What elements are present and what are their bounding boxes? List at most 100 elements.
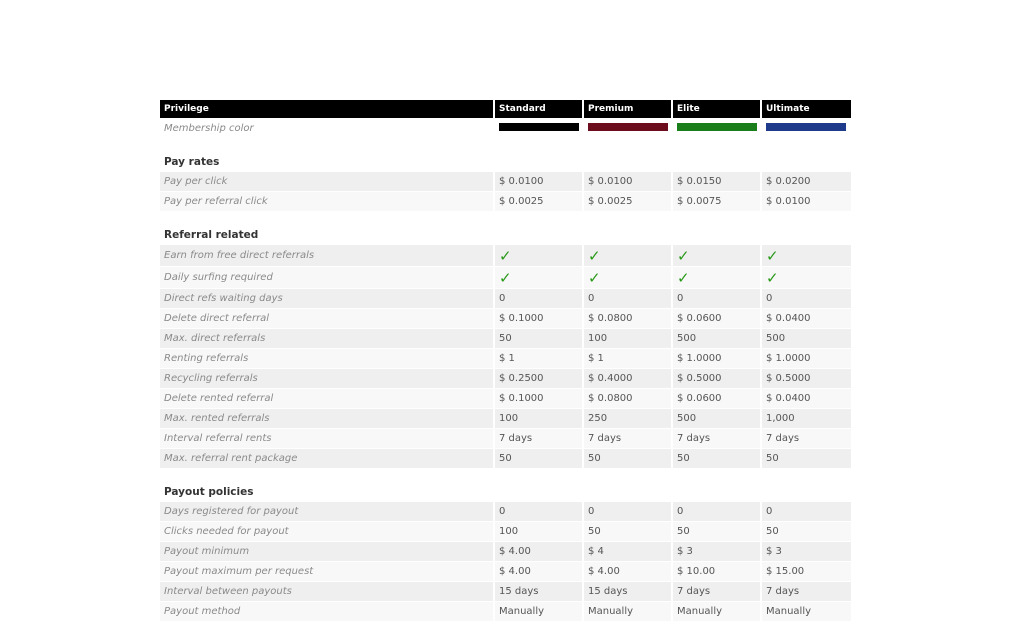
cell-standard: 0 <box>495 502 582 522</box>
check-icon: ✓ <box>762 267 851 289</box>
row-label: Direct refs waiting days <box>160 289 493 309</box>
cell-elite: $ 0.0075 <box>673 192 760 212</box>
cell-elite: 500 <box>673 329 760 349</box>
cell-standard: $ 1 <box>495 349 582 369</box>
row-label: Days registered for payout <box>160 502 493 522</box>
table-row: Delete direct referral $ 0.1000 $ 0.0800 $ … <box>160 309 851 329</box>
cell-ultimate: $ 0.5000 <box>762 369 851 389</box>
header-elite: Elite <box>673 100 760 118</box>
table-row: Max. rented referrals 100 250 500 1,000 <box>160 409 851 429</box>
cell-elite: 7 days <box>673 582 760 602</box>
cell-standard: 15 days <box>495 582 582 602</box>
row-label: Payout method <box>160 602 493 622</box>
cell-ultimate: $ 3 <box>762 542 851 562</box>
cell-elite: $ 0.0600 <box>673 389 760 409</box>
table-row: Interval referral rents 7 days 7 days 7 day… <box>160 429 851 449</box>
cell-standard: 100 <box>495 522 582 542</box>
cell-premium: $ 4 <box>584 542 671 562</box>
cell-premium: Manually <box>584 602 671 622</box>
cell-elite: 7 days <box>673 429 760 449</box>
referral-rows: Direct refs waiting days 0 0 0 0 Delete direc… <box>160 289 851 469</box>
row-label: Daily surfing required <box>160 267 493 289</box>
row-label: Clicks needed for payout <box>160 522 493 542</box>
cell-elite: 500 <box>673 409 760 429</box>
cell-ultimate: 50 <box>762 522 851 542</box>
row-label: Delete rented referral <box>160 389 493 409</box>
row-label: Recycling referrals <box>160 369 493 389</box>
section-pay-rates: Pay rates <box>160 139 851 172</box>
cell-elite: $ 1.0000 <box>673 349 760 369</box>
table-row: Max. referral rent package 50 50 50 50 <box>160 449 851 469</box>
standard-color-swatch <box>499 123 579 131</box>
elite-color-swatch <box>677 123 757 131</box>
cell-ultimate: $ 0.0200 <box>762 172 851 192</box>
section-payout-policies: Payout policies <box>160 469 851 502</box>
cell-premium: 0 <box>584 289 671 309</box>
table-row: Max. direct referrals 50 100 500 500 <box>160 329 851 349</box>
check-icon: ✓ <box>673 245 760 267</box>
row-label: Earn from free direct referrals <box>160 245 493 267</box>
cell-premium: $ 0.0100 <box>584 172 671 192</box>
cell-standard: $ 0.0100 <box>495 172 582 192</box>
ultimate-color-swatch <box>766 123 846 131</box>
check-icon: ✓ <box>673 267 760 289</box>
check-icon: ✓ <box>584 267 671 289</box>
cell-standard: 7 days <box>495 429 582 449</box>
table-row: Earn from free direct referrals ✓ ✓ ✓ ✓ <box>160 245 851 267</box>
cell-premium: 100 <box>584 329 671 349</box>
cell-ultimate: 7 days <box>762 582 851 602</box>
cell-standard: 50 <box>495 449 582 469</box>
cell-premium: 250 <box>584 409 671 429</box>
row-label: Delete direct referral <box>160 309 493 329</box>
table-row: Daily surfing required ✓ ✓ ✓ ✓ <box>160 267 851 289</box>
section-title: Referral related <box>164 229 259 241</box>
row-label: Renting referrals <box>160 349 493 369</box>
table-row: Interval between payouts 15 days 15 days 7 … <box>160 582 851 602</box>
row-label: Payout minimum <box>160 542 493 562</box>
cell-premium: 7 days <box>584 429 671 449</box>
table-row: Pay per click $ 0.0100 $ 0.0100 $ 0.0150… <box>160 172 851 192</box>
cell-standard: 100 <box>495 409 582 429</box>
header-privilege: Privilege <box>160 100 493 118</box>
cell-ultimate: 7 days <box>762 429 851 449</box>
cell-ultimate: $ 1.0000 <box>762 349 851 369</box>
row-label: Max. referral rent package <box>160 449 493 469</box>
check-icon: ✓ <box>762 245 851 267</box>
table-row: Payout maximum per request $ 4.00 $ 4.00 $ … <box>160 562 851 582</box>
cell-ultimate: $ 0.0400 <box>762 309 851 329</box>
table-row: Payout method Manually Manually Manually Man… <box>160 602 851 622</box>
table-row: Payout minimum $ 4.00 $ 4 $ 3 $ 3 <box>160 542 851 562</box>
cell-elite: $ 3 <box>673 542 760 562</box>
cell-ultimate: 0 <box>762 289 851 309</box>
table-row: Pay per referral click $ 0.0025 $ 0.0025… <box>160 192 851 212</box>
row-label: Payout maximum per request <box>160 562 493 582</box>
cell-ultimate: $ 0.0400 <box>762 389 851 409</box>
check-icon: ✓ <box>584 245 671 267</box>
header-ultimate: Ultimate <box>762 100 851 118</box>
table-row: Clicks needed for payout 100 50 50 50 <box>160 522 851 542</box>
cell-ultimate: Manually <box>762 602 851 622</box>
section-title: Payout policies <box>164 486 254 498</box>
check-icon: ✓ <box>495 267 582 289</box>
table-row: Renting referrals $ 1 $ 1 $ 1.0000 $ 1.0000 <box>160 349 851 369</box>
cell-standard: Manually <box>495 602 582 622</box>
cell-premium: $ 1 <box>584 349 671 369</box>
cell-standard: $ 4.00 <box>495 562 582 582</box>
table-row: Days registered for payout 0 0 0 0 <box>160 502 851 522</box>
cell-premium: 0 <box>584 502 671 522</box>
table-row: Delete rented referral $ 0.1000 $ 0.0800 $ … <box>160 389 851 409</box>
payout-rows: Days registered for payout 0 0 0 0 Clicks nee… <box>160 502 851 622</box>
row-label: Pay per referral click <box>160 192 493 212</box>
cell-ultimate: 1,000 <box>762 409 851 429</box>
row-label: Interval between payouts <box>160 582 493 602</box>
row-label: Max. rented referrals <box>160 409 493 429</box>
row-label: Interval referral rents <box>160 429 493 449</box>
cell-standard: $ 0.0025 <box>495 192 582 212</box>
cell-elite: 50 <box>673 449 760 469</box>
table-row: Recycling referrals $ 0.2500 $ 0.4000 $ 0.5… <box>160 369 851 389</box>
cell-elite: $ 0.0600 <box>673 309 760 329</box>
cell-elite: 0 <box>673 502 760 522</box>
cell-ultimate: $ 15.00 <box>762 562 851 582</box>
cell-premium: $ 4.00 <box>584 562 671 582</box>
row-label: Max. direct referrals <box>160 329 493 349</box>
